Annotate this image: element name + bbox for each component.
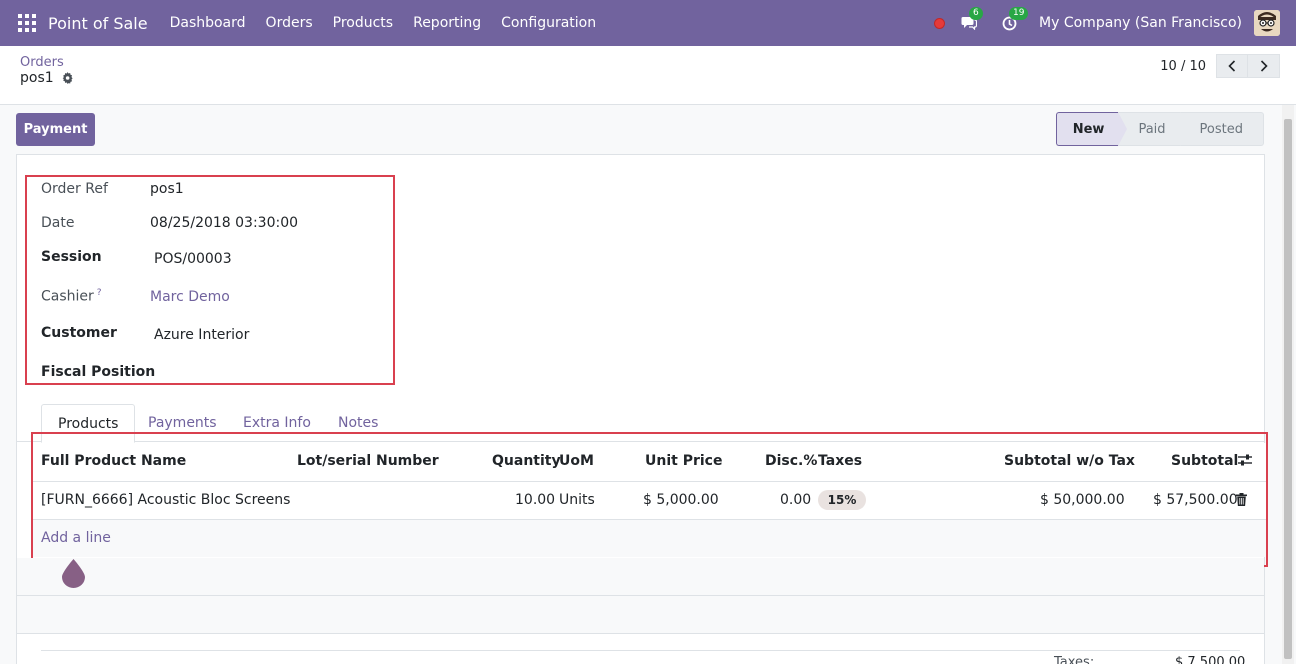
- order-ref-value[interactable]: pos1: [150, 181, 184, 197]
- chevron-right-icon: [1260, 60, 1268, 72]
- fields-highlight-box: [25, 175, 395, 385]
- main-menu: Dashboard Orders Products Reporting Conf…: [160, 0, 607, 46]
- activities-badge: 19: [1009, 7, 1029, 20]
- status-step-new[interactable]: New: [1055, 112, 1128, 146]
- status-step-posted-label: Posted: [1199, 121, 1243, 137]
- app-title[interactable]: Point of Sale: [48, 14, 148, 33]
- droplet-cursor-icon: [62, 559, 85, 588]
- cashier-label: Cashier: [41, 288, 94, 305]
- cashier-help-icon[interactable]: ?: [97, 288, 102, 298]
- customer-label: Customer: [41, 325, 117, 341]
- date-label: Date: [41, 215, 75, 231]
- status-step-new-label: New: [1072, 121, 1105, 137]
- date-value[interactable]: 08/25/2018 03:30:00: [150, 215, 298, 231]
- menu-orders[interactable]: Orders: [256, 0, 323, 46]
- menu-dashboard[interactable]: Dashboard: [160, 0, 256, 46]
- breadcrumb-current: pos1: [20, 70, 74, 86]
- chevron-left-icon: [1228, 60, 1236, 72]
- cashier-label-wrap: Cashier?: [41, 288, 102, 305]
- messages-badge: 6: [969, 7, 983, 20]
- session-value[interactable]: POS/00003: [154, 251, 232, 267]
- order-ref-label: Order Ref: [41, 181, 108, 197]
- control-panel: Orders pos1 10 / 10: [0, 46, 1296, 105]
- menu-reporting[interactable]: Reporting: [403, 0, 491, 46]
- empty-row: [17, 558, 1264, 596]
- breadcrumb-orders[interactable]: Orders: [20, 55, 64, 70]
- pager-value[interactable]: 10 / 10: [1160, 59, 1206, 74]
- taxes-total-value: $ 7,500.00: [1175, 655, 1246, 664]
- user-avatar[interactable]: [1254, 10, 1280, 36]
- cashier-value[interactable]: Marc Demo: [150, 289, 230, 305]
- fiscal-position-label: Fiscal Position: [41, 364, 156, 380]
- top-navbar: Point of Sale Dashboard Orders Products …: [0, 0, 1296, 46]
- systray: 6 19 My Company (San Francisco): [934, 0, 1280, 46]
- status-step-paid-label: Paid: [1138, 121, 1166, 137]
- customer-value[interactable]: Azure Interior: [154, 327, 249, 343]
- vertical-scrollbar[interactable]: [1282, 105, 1294, 664]
- pager-next-button[interactable]: [1248, 54, 1280, 78]
- status-step-paid[interactable]: Paid: [1118, 112, 1189, 146]
- lines-highlight-box: [31, 432, 1268, 567]
- activities-icon[interactable]: 19: [999, 7, 1029, 33]
- status-steps: New Paid Posted: [1055, 112, 1264, 146]
- empty-row: [17, 596, 1264, 634]
- recording-dot-icon[interactable]: [934, 17, 946, 29]
- messages-icon[interactable]: 6: [959, 7, 983, 33]
- record-name: pos1: [20, 70, 54, 86]
- status-step-posted[interactable]: Posted: [1179, 112, 1264, 146]
- menu-configuration[interactable]: Configuration: [491, 0, 606, 46]
- apps-menu-icon[interactable]: [18, 14, 36, 32]
- gear-icon[interactable]: [62, 72, 74, 84]
- payment-button[interactable]: Payment: [16, 113, 95, 146]
- pager: 10 / 10: [1160, 54, 1280, 78]
- scrollbar-thumb[interactable]: [1284, 119, 1292, 659]
- pager-previous-button[interactable]: [1216, 54, 1248, 78]
- taxes-total-label: Taxes:: [1054, 655, 1095, 664]
- company-switcher[interactable]: My Company (San Francisco): [1039, 15, 1242, 31]
- session-label: Session: [41, 249, 102, 265]
- menu-products[interactable]: Products: [323, 0, 403, 46]
